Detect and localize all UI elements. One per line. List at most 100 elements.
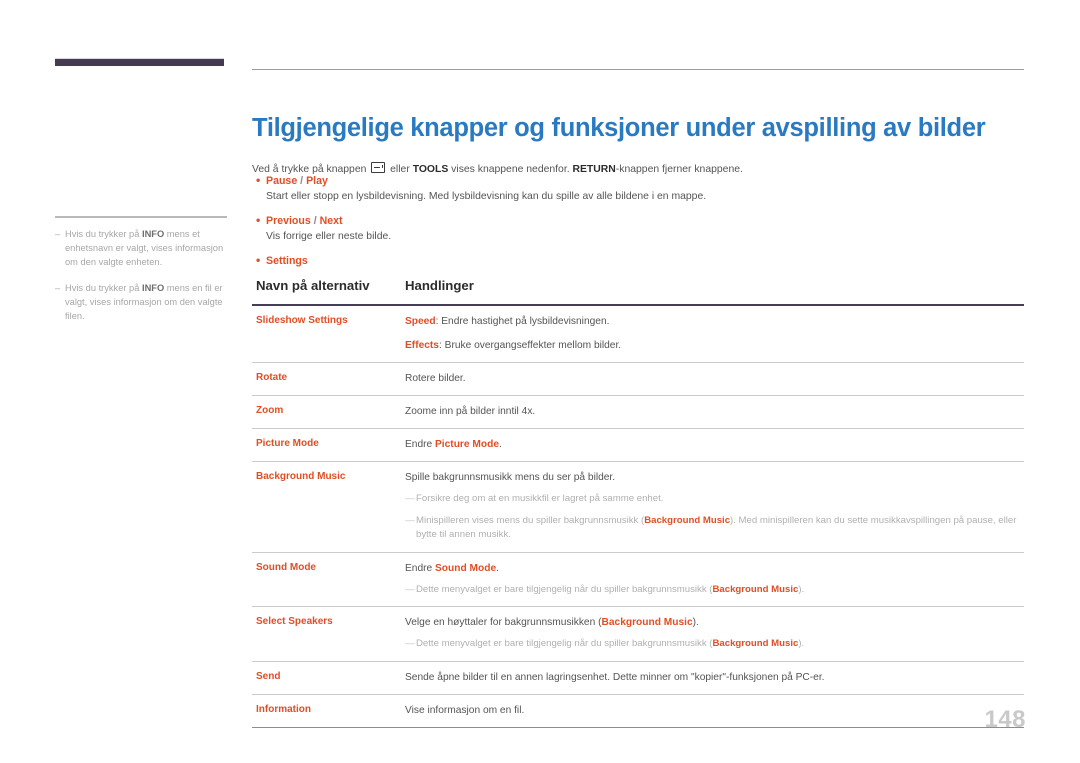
table-row: Zoom Zoome inn på bilder inntil 4x. [252, 395, 1024, 429]
page-title: Tilgjengelige knapper og funksjoner unde… [252, 114, 986, 143]
bullet-dot-icon: • [256, 173, 261, 187]
option-subnote: –– Dette menyvalget er bare tilgjengelig … [405, 583, 1024, 598]
bullet-dot-icon: • [256, 253, 261, 267]
option-description: Endre Sound Mode. –– Dette menyvalget er b… [397, 552, 1024, 607]
option-name: Picture Mode [252, 428, 397, 462]
option-name: Rotate [252, 362, 397, 396]
sidebar-note-text: Hvis du trykker på INFO mens et enhetsna… [65, 229, 224, 268]
sidebar-divider [55, 216, 227, 218]
inline-menu-name: Background Music [712, 638, 799, 649]
subnote-dash-icon: –– [405, 514, 415, 526]
description-line: Rotere bilder. [405, 373, 466, 384]
option-description: Spille bakgrunnsmusikk mens du ser på bi… [397, 461, 1024, 553]
sidebar-note: – Hvis du trykker på INFO mens en fil er … [55, 281, 227, 324]
inline-menu-name: Effects [405, 340, 439, 351]
button-list-item-label: Pause / Play [266, 173, 328, 189]
option-subnote: –– Minispilleren vises mens du spiller ba… [405, 514, 1024, 543]
description-line: Effects: Bruke overgangseffekter mellom … [405, 340, 622, 351]
button-list: • Pause / Play Start eller stopp en lysbil… [252, 172, 1012, 277]
button-list-item-label: Previous / Next [266, 213, 343, 229]
note-dash-icon: – [55, 282, 61, 293]
option-name: Information [252, 694, 397, 728]
option-subnote: –– Forsikre deg om at en musikkfil er lag… [405, 492, 1024, 507]
inline-menu-name: Background Music [712, 583, 799, 595]
button-list-item-description: Vis forrige eller neste bilde. [266, 231, 392, 242]
description-line: Zoome inn på bilder inntil 4x. [405, 406, 536, 417]
table-row: Rotate Rotere bilder. [252, 362, 1024, 396]
option-name: Select Speakers [252, 606, 397, 662]
subnote-text: Dette menyvalget er bare tilgjengelig nå… [416, 638, 805, 649]
label-separator: / [297, 175, 307, 187]
description-line: Spille bakgrunnsmusikk mens du ser på bi… [405, 472, 616, 483]
column-header-name: Navn på alternativ [252, 278, 397, 306]
option-description: Zoome inn på bilder inntil 4x. [397, 395, 1024, 429]
subnote-text: Dette menyvalget er bare tilgjengelig nå… [416, 583, 805, 595]
description-line: Endre Picture Mode. [405, 439, 502, 450]
subnote-dash-icon: –– [405, 638, 415, 649]
button-list-item-description: Start eller stopp en lysbildevisning. Me… [266, 191, 707, 202]
table-row: Picture Mode Endre Picture Mode. [252, 428, 1024, 462]
sidebar-note: – Hvis du trykker på INFO mens et enhetsn… [55, 227, 227, 270]
button-label-primary: Pause [266, 175, 298, 187]
table-row: Information Vise informasjon om en fil. [252, 694, 1024, 728]
option-description: Sende åpne bilder til en annen lagringse… [397, 661, 1024, 695]
table-row: Send Sende åpne bilder til en annen lagri… [252, 661, 1024, 695]
description-line: Sende åpne bilder til en annen lagringse… [405, 671, 825, 683]
button-list-item-label: Settings [266, 253, 308, 269]
label-separator: / [310, 215, 320, 227]
table-row: Slideshow Settings Speed: Endre hastighet… [252, 305, 1024, 363]
option-description: Vise informasjon om en fil. [397, 694, 1024, 728]
button-list-item-head: • Pause / Play [252, 172, 1012, 189]
button-list-item: • Pause / Play Start eller stopp en lysbil… [252, 172, 1012, 204]
option-name: Background Music [252, 461, 397, 553]
button-label-secondary: Play [306, 175, 328, 187]
header-rule [252, 69, 1024, 70]
button-list-item-head: • Previous / Next [252, 212, 1012, 229]
button-label-primary: Settings [266, 255, 308, 267]
subnote-text: Forsikre deg om at en musikkfil er lagre… [416, 493, 664, 504]
bullet-dot-icon: • [256, 213, 261, 227]
button-label-primary: Previous [266, 215, 311, 227]
sidebar: – Hvis du trykker på INFO mens et enhetsn… [55, 58, 227, 334]
option-subnote: –– Dette menyvalget er bare tilgjengelig … [405, 637, 1024, 652]
inline-menu-name: Sound Mode [435, 562, 497, 574]
option-name: Slideshow Settings [252, 305, 397, 363]
description-line: Endre Sound Mode. [405, 562, 499, 574]
description-line: Speed: Endre hastighet på lysbildevisnin… [405, 316, 610, 327]
option-name: Send [252, 661, 397, 695]
inline-menu-name: Background Music [601, 617, 693, 628]
note-dash-icon: – [55, 229, 61, 239]
sidebar-note-text: Hvis du trykker på INFO mens en fil er v… [65, 282, 223, 322]
table-body: Slideshow Settings Speed: Endre hastighet… [252, 305, 1024, 728]
inline-menu-name: Picture Mode [435, 439, 499, 450]
button-list-item: • Previous / Next Vis forrige eller neste … [252, 212, 1012, 244]
table-row: Sound Mode Endre Sound Mode. –– Dette menyv… [252, 552, 1024, 607]
description-line: Velge en høyttaler for bakgrunnsmusikken… [405, 617, 699, 628]
table-header-row: Navn på alternativ Handlinger [252, 278, 1024, 306]
button-label-secondary: Next [319, 215, 343, 227]
option-description: Endre Picture Mode. [397, 428, 1024, 462]
option-description: Speed: Endre hastighet på lysbildevisnin… [397, 305, 1024, 363]
option-name: Zoom [252, 395, 397, 429]
inline-menu-name: Background Music [644, 514, 731, 526]
subnote-text: Minispilleren vises mens du spiller bakg… [416, 514, 1017, 541]
option-description: Velge en høyttaler for bakgrunnsmusikken… [397, 606, 1024, 662]
chapter-marker-bar [55, 58, 224, 66]
page-number: 148 [984, 706, 1026, 733]
table-row: Background Music Spille bakgrunnsmusikk m… [252, 461, 1024, 553]
table-row: Select Speakers Velge en høyttaler for ba… [252, 606, 1024, 662]
inline-menu-name: Speed [405, 316, 436, 327]
column-header-actions: Handlinger [397, 278, 1024, 306]
option-description: Rotere bilder. [397, 362, 1024, 396]
note-emphasis: INFO [141, 282, 165, 293]
subnote-dash-icon: –– [405, 583, 415, 595]
button-list-item-head: • Settings [252, 252, 1012, 269]
options-table: Navn på alternativ Handlinger Slideshow … [252, 278, 1024, 728]
option-name: Sound Mode [252, 552, 397, 607]
description-line: Vise informasjon om en fil. [405, 704, 525, 716]
button-list-item: • Settings [252, 252, 1012, 269]
subnote-dash-icon: –– [405, 493, 415, 504]
document-page: – Hvis du trykker på INFO mens et enhetsn… [0, 0, 1080, 763]
note-emphasis: INFO [141, 229, 165, 239]
sidebar-notes: – Hvis du trykker på INFO mens et enhetsn… [55, 227, 227, 323]
